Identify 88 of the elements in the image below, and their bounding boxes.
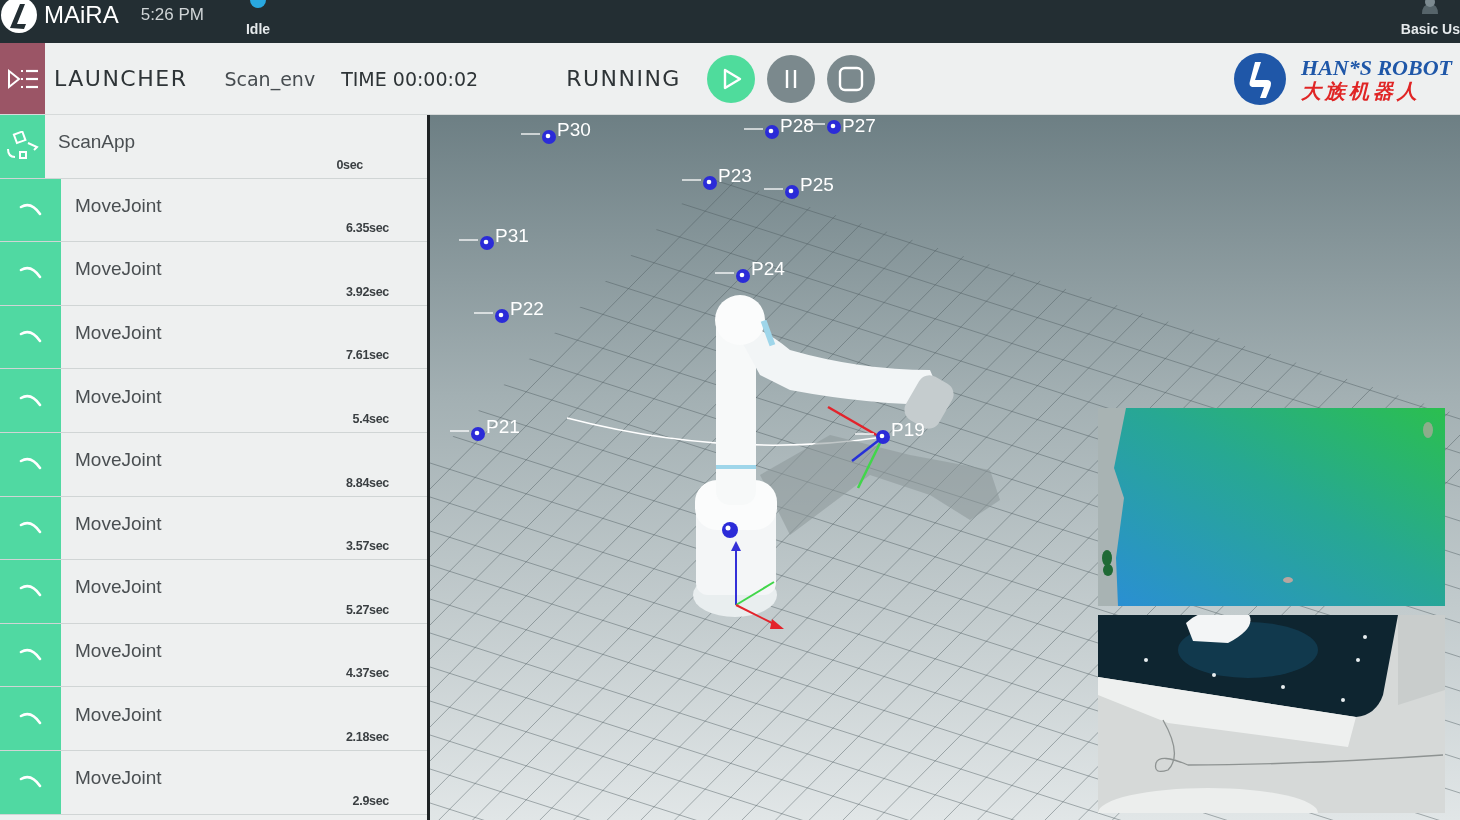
- program-name: Scan_env: [224, 67, 316, 90]
- step-name: MoveJoint: [75, 258, 162, 281]
- step-name: MoveJoint: [75, 194, 162, 217]
- leader-line: [854, 433, 875, 435]
- curve-icon: [18, 202, 43, 217]
- 3d-viewport[interactable]: P30 P28 P27 P23 P25 P31 P24 P22 P21 P19: [430, 115, 1460, 820]
- leader-line: [473, 312, 494, 314]
- app-name: ScanApp: [58, 131, 136, 154]
- waypoint-label: P24: [751, 258, 785, 279]
- duration-text: 5.27sec: [345, 602, 389, 617]
- curve-icon: [18, 648, 43, 663]
- step-row[interactable]: MoveJoint 2.9sec: [0, 750, 427, 815]
- waypoint-marker[interactable]: [827, 120, 841, 134]
- step-name: MoveJoint: [75, 576, 162, 599]
- step-name: MoveJoint: [75, 385, 162, 408]
- waypoint-label: P23: [718, 165, 752, 186]
- waypoint-label: P22: [510, 298, 544, 319]
- leader-line: [805, 123, 826, 125]
- leader-line: [714, 272, 735, 274]
- status-text: Idle: [246, 21, 271, 37]
- curve-icon: [18, 330, 43, 345]
- curve-icon: [18, 266, 43, 281]
- waypoint-marker[interactable]: [736, 269, 750, 283]
- duration-text: 5.4sec: [352, 411, 389, 426]
- step-name: MoveJoint: [75, 703, 162, 726]
- step-name: MoveJoint: [75, 512, 162, 535]
- duration-text: 3.57sec: [345, 539, 389, 554]
- curve-icon: [18, 520, 43, 535]
- step-row[interactable]: MoveJoint 6.35sec: [0, 178, 427, 243]
- duration-text: 7.61sec: [345, 348, 389, 363]
- leader-line: [681, 179, 702, 181]
- leader-line: [763, 188, 784, 190]
- curve-icon: [18, 393, 43, 408]
- duration-text: 6.35sec: [345, 221, 389, 236]
- duration-text: 2.9sec: [352, 793, 389, 808]
- user-name[interactable]: Basic Us: [1400, 21, 1460, 37]
- step-name: MoveJoint: [75, 322, 162, 345]
- duration-text: 8.84sec: [345, 475, 389, 490]
- waypoint-marker[interactable]: [480, 236, 494, 250]
- waypoint-marker[interactable]: [765, 125, 779, 139]
- step-row[interactable]: MoveJoint 5.4sec: [0, 369, 427, 433]
- step-row[interactable]: MoveJoint 3.57sec: [0, 496, 427, 561]
- shapes-icon: [5, 131, 40, 162]
- step-row[interactable]: MoveJoint 4.37sec: [0, 623, 427, 688]
- step-row[interactable]: MoveJoint 8.84sec: [0, 432, 427, 497]
- duration-text: 2.18sec: [345, 729, 389, 744]
- step-name: MoveJoint: [75, 767, 162, 790]
- waypoint-label: P25: [800, 174, 834, 195]
- brand-name: MAiRA: [44, 0, 119, 29]
- duration-text: 3.92sec: [345, 284, 389, 299]
- elapsed-time: TIME 00:00:02: [341, 67, 479, 90]
- clock-time: 5:26 PM: [140, 4, 204, 25]
- waypoint-label: P21: [486, 416, 520, 437]
- company-name: HAN*S ROBOT: [1301, 56, 1452, 79]
- waypoint-marker[interactable]: [471, 427, 485, 441]
- curve-icon: [18, 711, 43, 726]
- company-name-chinese: 大族机器人: [1301, 80, 1422, 101]
- waypoint-label: P27: [842, 115, 876, 136]
- logo-icon: [1233, 51, 1287, 106]
- duration-text: 0sec: [336, 157, 363, 172]
- step-row[interactable]: MoveJoint 7.61sec: [0, 305, 427, 370]
- step-row[interactable]: MoveJoint 3.92sec: [0, 242, 427, 306]
- waypoint-marker[interactable]: [703, 176, 717, 190]
- waypoint-marker[interactable]: [876, 430, 890, 444]
- leader-line: [520, 133, 541, 135]
- waypoint-label: P31: [495, 225, 529, 246]
- app-row[interactable]: ScanApp 0sec: [0, 115, 427, 179]
- run-state: RUNNING: [566, 66, 681, 91]
- launcher-button[interactable]: [0, 43, 45, 114]
- leader-line: [458, 239, 479, 241]
- waypoint-label: P19: [891, 419, 925, 440]
- waypoint-marker[interactable]: [542, 130, 556, 144]
- step-row[interactable]: MoveJoint 2.18sec: [0, 687, 427, 751]
- curve-icon: [18, 457, 43, 472]
- duration-text: 4.37sec: [345, 666, 389, 681]
- waypoint-label: P30: [557, 119, 591, 140]
- waypoint-marker[interactable]: [495, 309, 509, 323]
- waypoint-marker[interactable]: [785, 185, 799, 199]
- step-name: MoveJoint: [75, 449, 162, 472]
- step-name: MoveJoint: [75, 640, 162, 663]
- curve-icon: [18, 584, 43, 599]
- waypoint-label: P28: [780, 115, 814, 136]
- launcher-title: LAUNCHER: [54, 66, 188, 91]
- leader-line: [743, 128, 764, 130]
- curve-icon: [18, 775, 43, 790]
- stop-icon: [837, 65, 864, 92]
- step-row[interactable]: MoveJoint 5.27sec: [0, 560, 427, 624]
- leader-line: [449, 430, 470, 432]
